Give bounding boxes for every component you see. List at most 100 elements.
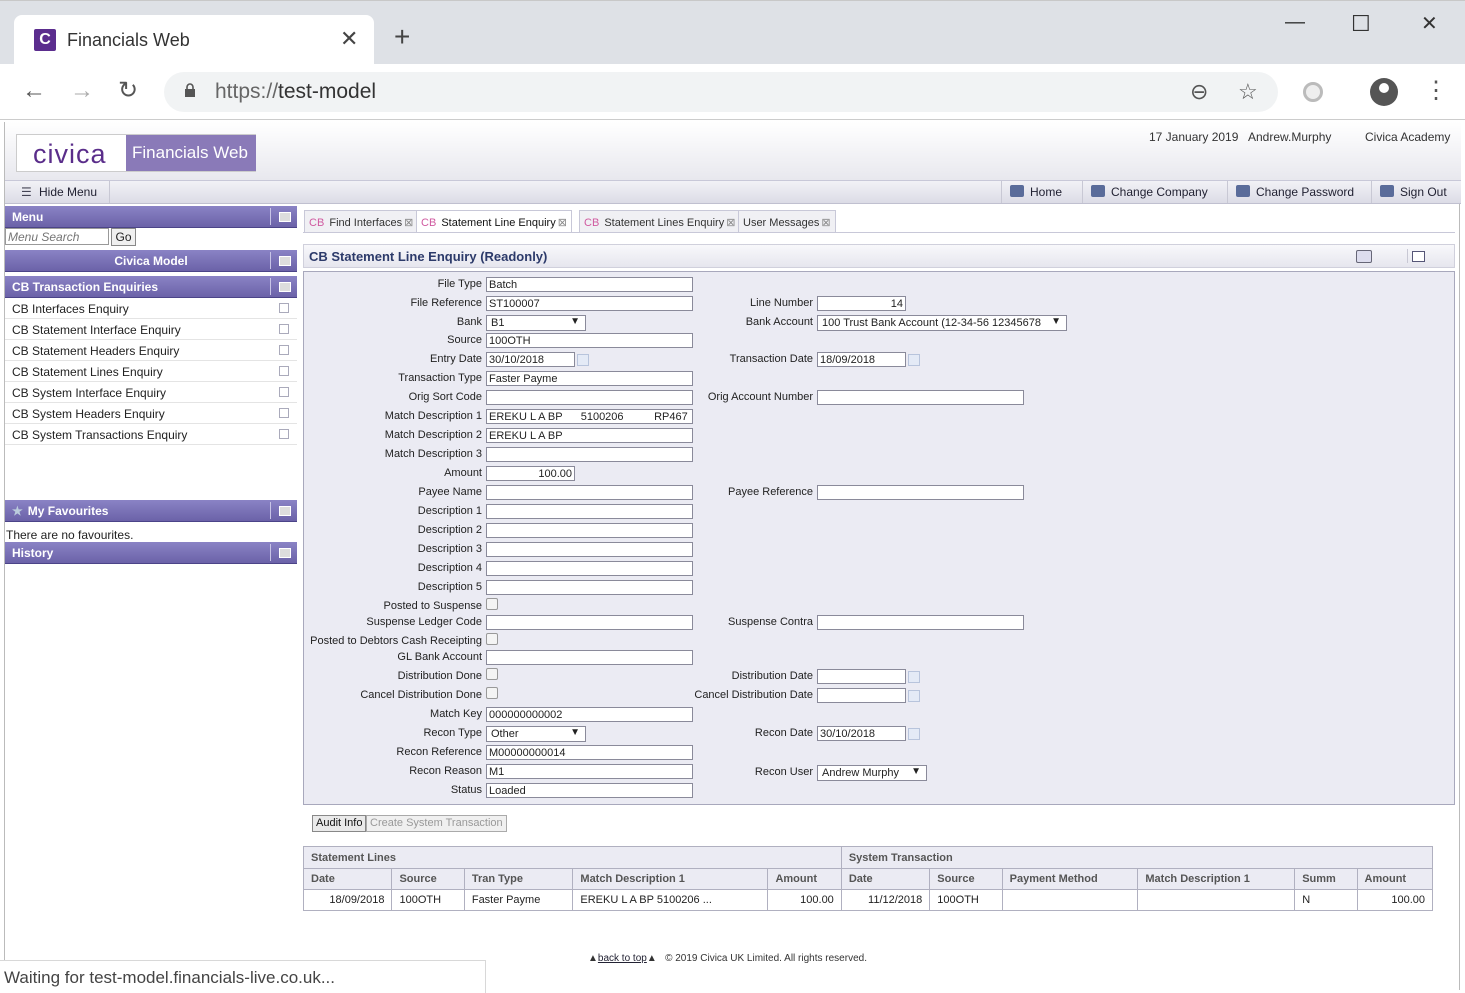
create-system-transaction-button[interactable]: Create System Transaction xyxy=(366,815,507,832)
column-header[interactable]: Summ xyxy=(1294,868,1358,890)
browser-menu-icon[interactable]: ⋮ xyxy=(1424,78,1448,104)
calendar-icon[interactable] xyxy=(908,728,920,740)
bookmark-star-icon[interactable]: ☆ xyxy=(1238,79,1258,105)
sign-out-link[interactable]: Sign Out xyxy=(1371,181,1455,203)
description-2-field[interactable] xyxy=(486,523,693,538)
distribution-date-field[interactable] xyxy=(817,669,906,684)
external-link-icon[interactable] xyxy=(279,387,289,397)
recon-date-field[interactable]: 30/10/2018 xyxy=(817,726,906,741)
description-3-field[interactable] xyxy=(486,542,693,557)
panel-up-icon[interactable] xyxy=(270,278,294,295)
transaction-type-field[interactable]: Faster Payme xyxy=(486,371,693,386)
sidebar-item-cb-statement-interface[interactable]: CB Statement Interface Enquiry xyxy=(5,319,297,340)
sidebar-item-cb-interfaces[interactable]: CB Interfaces Enquiry xyxy=(5,298,297,319)
profile-icon[interactable] xyxy=(1370,78,1398,106)
favourites-panel-header[interactable]: ★ My Favourites xyxy=(5,500,297,522)
gl-bank-account-field[interactable] xyxy=(486,650,693,665)
tab-find-interfaces[interactable]: CB Find Interfaces ⊠ xyxy=(304,210,419,232)
close-tab-icon[interactable]: ⊠ xyxy=(726,217,735,229)
tab-user-messages[interactable]: User Messages ⊠ xyxy=(738,210,836,232)
back-icon[interactable]: ← xyxy=(22,78,46,104)
change-company-link[interactable]: Change Company xyxy=(1082,181,1216,203)
orig-account-number-field[interactable] xyxy=(817,390,1024,405)
go-button[interactable]: Go xyxy=(111,228,136,246)
match-description-1-field[interactable]: EREKU L A BP 5100206 RP467 xyxy=(486,409,693,424)
column-header[interactable]: Match Description 1 xyxy=(1137,868,1296,890)
panel-dock-icon[interactable] xyxy=(270,502,294,519)
close-tab-icon[interactable]: ⊠ xyxy=(821,217,830,229)
recon-reason-field[interactable]: M1 xyxy=(486,764,693,779)
section-header[interactable]: CB Transaction Enquiries xyxy=(5,276,297,298)
forward-icon[interactable]: → xyxy=(70,78,94,104)
posted-to-debtors-checkbox[interactable] xyxy=(486,633,498,645)
sidebar-item-cb-statement-lines[interactable]: CB Statement Lines Enquiry xyxy=(5,361,297,382)
posted-to-suspense-checkbox[interactable] xyxy=(486,598,498,610)
cancel-distribution-done-checkbox[interactable] xyxy=(486,687,498,699)
payee-name-field[interactable] xyxy=(486,485,693,500)
external-link-icon[interactable] xyxy=(279,429,289,439)
match-description-3-field[interactable] xyxy=(486,447,693,462)
calendar-icon[interactable] xyxy=(577,354,589,366)
description-1-field[interactable] xyxy=(486,504,693,519)
description-5-field[interactable] xyxy=(486,580,693,595)
home-link[interactable]: Home xyxy=(1001,181,1070,203)
amount-field[interactable]: 100.00 xyxy=(486,466,575,481)
model-panel-header[interactable]: Civica Model xyxy=(5,250,297,272)
tab-statement-lines-enquiry[interactable]: CB Statement Lines Enquiry ⊠ xyxy=(579,210,741,232)
extension-icon[interactable] xyxy=(1303,82,1323,102)
column-header[interactable]: Match Description 1 xyxy=(572,868,769,890)
close-tab-icon[interactable]: ⊠ xyxy=(558,217,567,229)
bank-account-select[interactable]: 100 Trust Bank Account (12-34-56 1234567… xyxy=(817,315,1067,331)
distribution-done-checkbox[interactable] xyxy=(486,668,498,680)
column-header[interactable]: Source xyxy=(391,868,465,890)
minimize-button[interactable]: — xyxy=(1285,11,1305,34)
print-icon[interactable] xyxy=(1356,250,1372,263)
panel-dock-icon[interactable] xyxy=(270,544,294,561)
external-link-icon[interactable] xyxy=(279,366,289,376)
close-tab-icon[interactable]: ✕ xyxy=(340,26,358,52)
recon-reference-field[interactable]: M00000000014 xyxy=(486,745,693,760)
calendar-icon[interactable] xyxy=(908,690,920,702)
sidebar-item-cb-system-headers[interactable]: CB System Headers Enquiry xyxy=(5,403,297,424)
status-field[interactable]: Loaded xyxy=(486,783,693,798)
sidebar-item-cb-statement-headers[interactable]: CB Statement Headers Enquiry xyxy=(5,340,297,361)
orig-sort-code-field[interactable] xyxy=(486,390,693,405)
sidebar-item-cb-system-interface[interactable]: CB System Interface Enquiry xyxy=(5,382,297,403)
recon-user-select[interactable]: Andrew Murphy ▼ xyxy=(817,765,927,781)
external-link-icon[interactable] xyxy=(279,303,289,313)
column-header[interactable]: Source xyxy=(929,868,1003,890)
match-key-field[interactable]: 000000000002 xyxy=(486,707,693,722)
source-field[interactable]: 100OTH xyxy=(486,333,693,348)
maximize-button[interactable]: ☐ xyxy=(1351,11,1371,37)
calendar-icon[interactable] xyxy=(908,671,920,683)
calendar-icon[interactable] xyxy=(908,354,920,366)
file-type-field[interactable]: Batch xyxy=(486,277,693,292)
column-header[interactable]: Date xyxy=(302,868,393,890)
panel-dock-icon[interactable] xyxy=(270,252,294,269)
column-header[interactable]: Amount xyxy=(767,868,842,890)
close-window-button[interactable]: ✕ xyxy=(1421,11,1438,36)
cancel-distribution-date-field[interactable] xyxy=(817,688,906,703)
table-row[interactable]: 18/09/2018 100OTH Faster Payme EREKU L A… xyxy=(302,889,1434,911)
line-number-field[interactable]: 14 xyxy=(817,296,906,311)
menu-search-input[interactable] xyxy=(5,228,109,245)
recon-type-select[interactable]: Other ▼ xyxy=(486,726,586,742)
external-link-icon[interactable] xyxy=(279,345,289,355)
restore-window-icon[interactable] xyxy=(1407,249,1433,263)
external-link-icon[interactable] xyxy=(279,408,289,418)
column-header[interactable]: Tran Type xyxy=(463,868,574,890)
column-header[interactable]: Amount xyxy=(1356,868,1434,890)
suspense-ledger-code-field[interactable] xyxy=(486,615,693,630)
change-password-link[interactable]: Change Password xyxy=(1227,181,1362,203)
new-tab-button[interactable]: + xyxy=(394,23,410,51)
panel-dock-icon[interactable] xyxy=(270,208,294,225)
audit-info-button[interactable]: Audit Info xyxy=(312,815,367,832)
zoom-icon[interactable]: ⊖ xyxy=(1190,79,1208,105)
file-reference-field[interactable]: ST100007 xyxy=(486,296,693,311)
browser-tab[interactable]: C Financials Web ✕ xyxy=(14,15,374,65)
bank-select[interactable]: B1 ▼ xyxy=(486,315,586,331)
history-panel-header[interactable]: History xyxy=(5,542,297,564)
reload-icon[interactable]: ↻ xyxy=(118,78,138,104)
suspense-contra-field[interactable] xyxy=(817,615,1024,630)
column-header[interactable]: Date xyxy=(840,868,931,890)
